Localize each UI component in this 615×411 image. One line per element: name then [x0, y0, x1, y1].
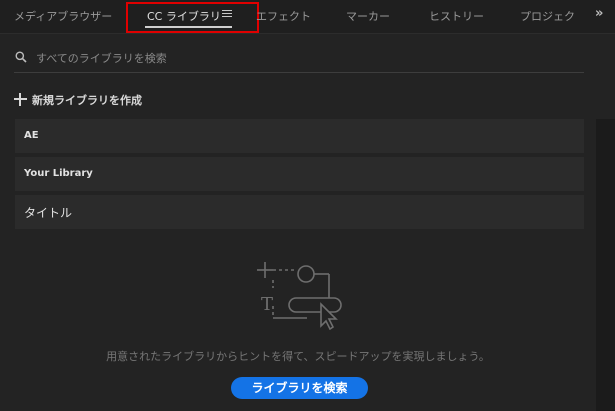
- library-item-label: タイトル: [24, 206, 73, 220]
- search-icon: [15, 51, 27, 63]
- library-item-label: AE: [24, 130, 39, 141]
- empty-state-hint: 用意されたライブラリからヒントを得て、スピードアップを実現しましょう。: [106, 350, 490, 363]
- create-library-label: 新規ライブラリを作成: [32, 94, 142, 107]
- plus-icon: [14, 93, 27, 106]
- tab-media-browser[interactable]: メディアブラウザー: [14, 8, 112, 26]
- library-item-label: Your Library: [24, 168, 93, 179]
- search-libraries-button[interactable]: ライブラリを検索: [231, 377, 368, 399]
- search-input[interactable]: [36, 49, 576, 67]
- library-item-title[interactable]: タイトル: [15, 195, 584, 229]
- tab-overflow-icon[interactable]: »: [595, 6, 603, 21]
- tab-effects[interactable]: エフェクト: [256, 8, 311, 26]
- annotation-highlight-box: [126, 2, 259, 33]
- panel-tab-bar: メディアブラウザー CC ライブラリ エフェクト マーカー ヒストリー プロジェ…: [0, 0, 615, 34]
- scrollbar[interactable]: [596, 119, 615, 411]
- library-illustration-icon: T: [257, 262, 342, 330]
- tab-history[interactable]: ヒストリー: [429, 8, 484, 26]
- library-search-bar: [14, 47, 584, 73]
- tab-markers[interactable]: マーカー: [346, 8, 390, 26]
- tab-project[interactable]: プロジェク: [520, 8, 575, 26]
- library-item-ae[interactable]: AE: [15, 119, 584, 153]
- svg-text:T: T: [261, 294, 273, 315]
- library-item-your-library[interactable]: Your Library: [15, 157, 584, 191]
